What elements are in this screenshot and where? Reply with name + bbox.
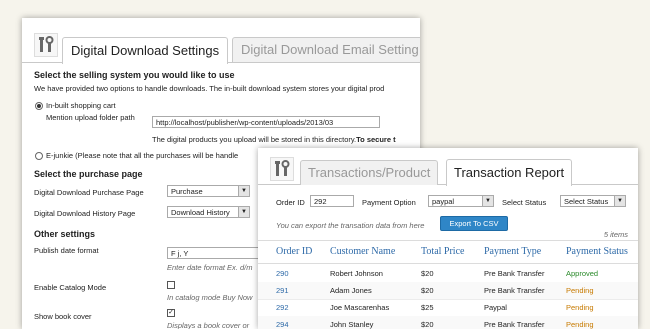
column-payment-type[interactable]: Payment Type <box>484 246 541 257</box>
payment-option-select[interactable]: paypal ▼ <box>428 195 494 207</box>
tab-digital-download-email-setting[interactable]: Digital Download Email Setting <box>232 37 420 62</box>
customer-name: Robert Johnson <box>330 269 383 278</box>
chevron-down-icon: ▼ <box>238 186 249 196</box>
tab-transactions-product[interactable]: Transactions/Product <box>300 160 439 185</box>
purchase-page-heading: Select the purchase page <box>34 169 143 179</box>
book-cover-hint: Displays a book cover or <box>167 321 250 329</box>
upload-folder-label: Mention upload folder path <box>46 113 135 122</box>
stored-note-text: The digital products you upload will be … <box>152 135 357 144</box>
date-format-label: Publish date format <box>34 246 99 255</box>
order-id-link[interactable]: 294 <box>276 320 289 329</box>
payment-option-value: paypal <box>432 197 455 206</box>
order-id-input[interactable]: 292 <box>310 195 354 207</box>
catalog-mode-hint: In catalog mode Buy Now <box>167 293 253 302</box>
status-select-value: Select Status <box>564 197 609 206</box>
select-status-label: Select Status <box>502 198 547 207</box>
total-price: $20 <box>421 320 434 329</box>
order-id-link[interactable]: 292 <box>276 303 289 312</box>
payment-option-label: Payment Option <box>362 198 416 207</box>
total-price: $20 <box>421 269 434 278</box>
column-customer-name[interactable]: Customer Name <box>330 246 395 257</box>
total-price: $25 <box>421 303 434 312</box>
customer-name: Joe Mascarenhas <box>330 303 390 312</box>
history-page-label: Digital Download History Page <box>34 209 136 218</box>
total-price: $20 <box>421 286 434 295</box>
report-window: Transactions/Product Transaction Report … <box>258 148 638 329</box>
purchase-page-value: Purchase <box>171 187 203 196</box>
tab-digital-download-settings[interactable]: Digital Download Settings <box>62 37 229 64</box>
payment-status: Approved <box>566 269 599 278</box>
payment-status: Pending <box>566 320 594 329</box>
inbuilt-cart-radio[interactable] <box>35 102 43 110</box>
ejunkie-label: E-junkie (Please note that all the purch… <box>46 151 239 160</box>
customer-name: Adam Jones <box>330 286 372 295</box>
column-order-id[interactable]: Order ID <box>276 246 312 257</box>
history-page-select[interactable]: Download History ▼ <box>167 206 250 218</box>
book-cover-checkbox[interactable]: ✓ <box>167 309 175 317</box>
items-count: 5 items <box>603 230 628 239</box>
chevron-down-icon: ▼ <box>614 196 625 206</box>
purchase-page-select[interactable]: Purchase ▼ <box>167 185 250 197</box>
order-id-link[interactable]: 291 <box>276 286 289 295</box>
inbuilt-cart-label: In-built shopping cart <box>46 101 116 110</box>
column-payment-status[interactable]: Payment Status <box>566 246 628 257</box>
report-header: Transactions/Product Transaction Report <box>258 148 638 186</box>
table-row: 292 Joe Mascarenhas $25 Paypal Pending <box>258 299 638 317</box>
payment-status: Pending <box>566 286 594 295</box>
ejunkie-radio[interactable] <box>35 152 43 160</box>
customer-name: John Stanley <box>330 320 374 329</box>
chevron-down-icon: ▼ <box>238 207 249 217</box>
selling-system-heading: Select the selling system you would like… <box>34 70 235 80</box>
catalog-mode-label: Enable Catalog Mode <box>34 283 107 292</box>
export-csv-button[interactable]: Export To CSV <box>440 216 508 231</box>
catalog-mode-checkbox[interactable] <box>167 281 175 289</box>
payment-type: Pre Bank Transfer <box>484 286 545 295</box>
payment-status: Pending <box>566 303 594 312</box>
purchase-page-label: Digital Download Purchase Page <box>34 188 144 197</box>
settings-header: Digital Download Settings Digital Downlo… <box>22 18 420 64</box>
stored-directory-note: The digital products you upload will be … <box>152 135 396 144</box>
date-format-hint: Enter date format Ex. d/m <box>167 263 253 272</box>
tab-transaction-report[interactable]: Transaction Report <box>446 159 573 186</box>
payment-type: Pre Bank Transfer <box>484 269 545 278</box>
tools-icon <box>270 157 294 181</box>
column-total-price[interactable]: Total Price <box>421 246 464 257</box>
order-id-label: Order ID <box>276 198 305 207</box>
order-id-link[interactable]: 290 <box>276 269 289 278</box>
payment-type: Pre Bank Transfer <box>484 320 545 329</box>
book-cover-label: Show book cover <box>34 312 92 321</box>
tools-icon <box>34 33 58 57</box>
table-row: 291 Adam Jones $20 Pre Bank Transfer Pen… <box>258 282 638 300</box>
status-select[interactable]: Select Status ▼ <box>560 195 626 207</box>
export-note: You can export the transation data from … <box>276 221 425 230</box>
other-settings-heading: Other settings <box>34 229 96 239</box>
upload-folder-input[interactable]: http://localhost/publisher/wp-content/up… <box>152 116 380 128</box>
selling-system-description: We have provided two options to handle d… <box>34 84 385 93</box>
history-page-value: Download History <box>171 208 230 217</box>
table-row: 290 Robert Johnson $20 Pre Bank Transfer… <box>258 265 638 283</box>
chevron-down-icon: ▼ <box>482 196 493 206</box>
table-header: Order ID Customer Name Total Price Payme… <box>258 240 638 264</box>
table-row: 294 John Stanley $20 Pre Bank Transfer P… <box>258 316 638 329</box>
stored-note-bold: To secure t <box>356 135 396 144</box>
payment-type: Paypal <box>484 303 507 312</box>
